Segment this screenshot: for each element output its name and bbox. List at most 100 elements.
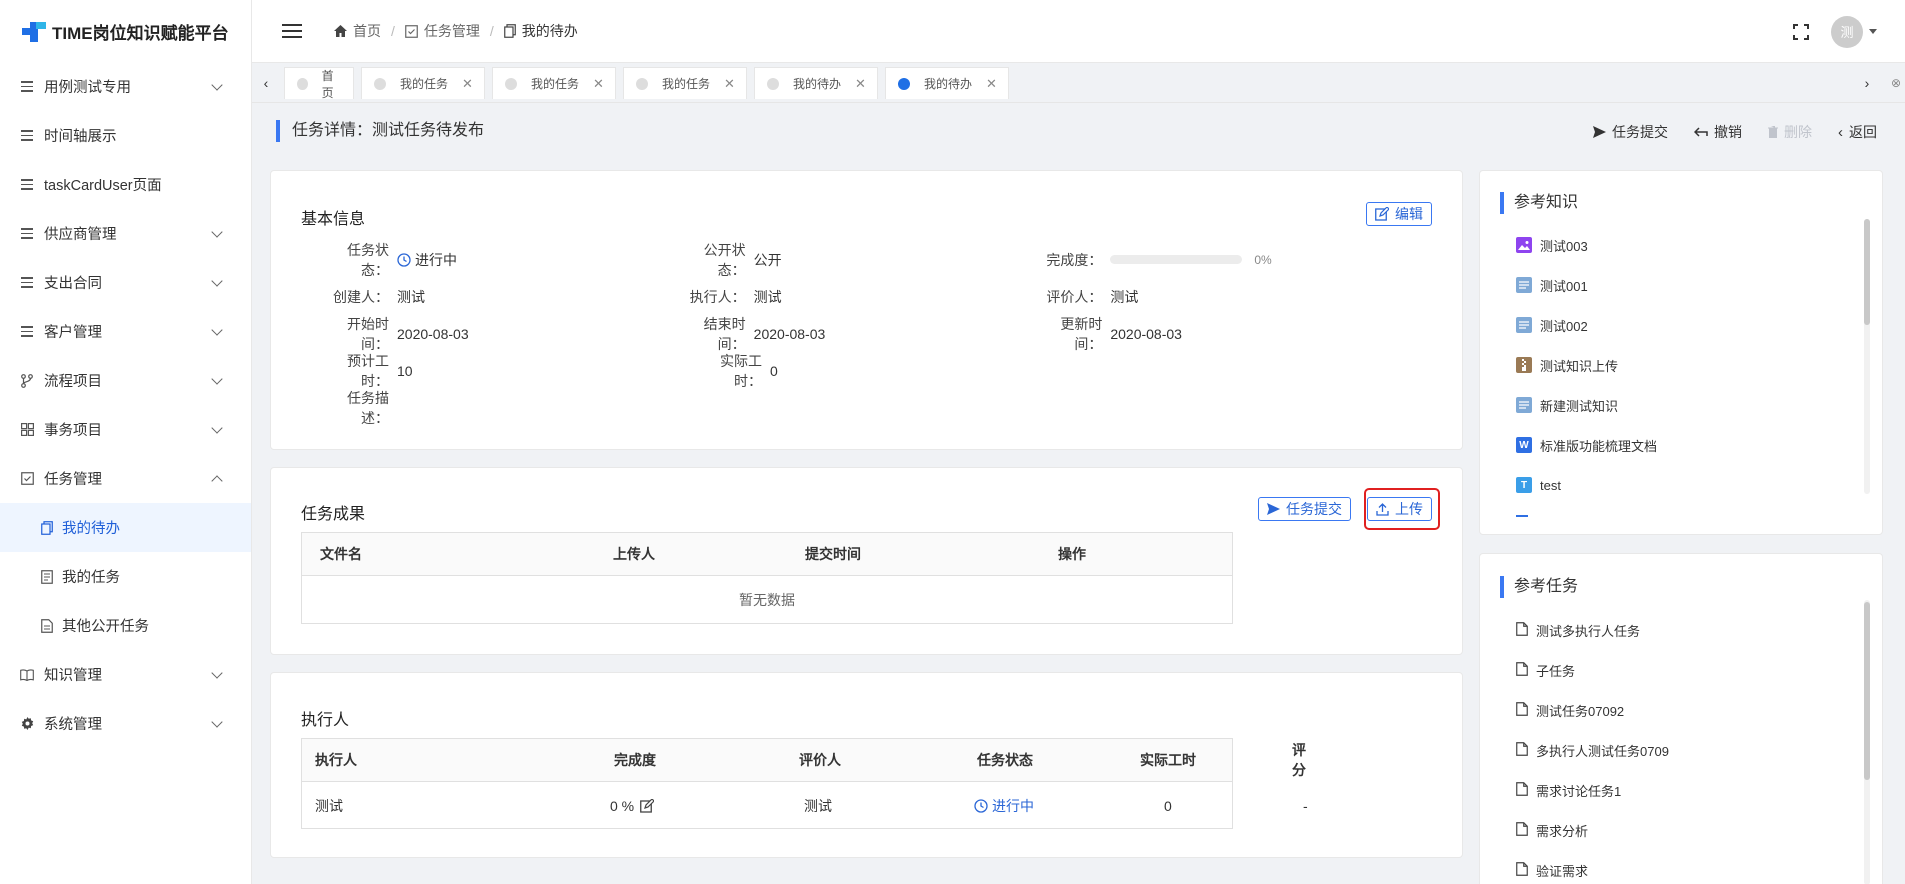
close-icon[interactable]: ✕ xyxy=(986,76,997,92)
close-icon[interactable]: ✕ xyxy=(593,76,604,92)
ref-knowledge-label: 新建测试知识 xyxy=(1540,398,1619,414)
sidebar-item-4[interactable]: 支出合同 xyxy=(0,258,251,307)
list-item[interactable]: 子任务 xyxy=(1516,650,1856,690)
list-item[interactable]: 测试多执行人任务 xyxy=(1516,610,1856,650)
breadcrumb-home[interactable]: 首页 xyxy=(334,21,381,41)
home-icon xyxy=(334,25,347,37)
sidebar-bottom-item-0[interactable]: 知识管理 xyxy=(0,650,251,699)
sidebar-item-1[interactable]: 时间轴展示 xyxy=(0,111,251,160)
sidebar-subitem-1[interactable]: 我的任务 xyxy=(0,552,251,601)
text-icon: T xyxy=(1516,477,1532,493)
tab-3[interactable]: 我的任务 ✕ xyxy=(623,67,747,99)
sidebar-item-label: 支出合同 xyxy=(44,276,102,292)
list-item[interactable]: Ttest xyxy=(1516,465,1856,505)
list-item[interactable]: 测试知识上传 xyxy=(1516,345,1856,385)
tab-label: 我的任务 xyxy=(531,77,580,91)
list-item[interactable]: 验证需求 xyxy=(1516,850,1856,884)
tab-status-dot xyxy=(898,77,910,90)
sidebar-subitem-2[interactable]: 其他公开任务 xyxy=(0,601,251,650)
actual-hours-label: 实际工时： xyxy=(720,352,762,389)
chevron-down-icon xyxy=(211,78,223,91)
checkbox-icon xyxy=(20,472,34,486)
file-icon xyxy=(1516,661,1528,679)
sidebar-item-0[interactable]: 用例测试专用 xyxy=(0,62,251,111)
sidebar-bottom-item-1[interactable]: 系统管理 xyxy=(0,699,251,748)
chevron-down-icon xyxy=(211,274,223,287)
list-doc-icon xyxy=(40,569,54,584)
back-button[interactable]: ‹ 返回 xyxy=(1838,122,1877,142)
app-logo[interactable]: TIME岗位知识赋能平台 xyxy=(0,0,251,62)
task-submit-button[interactable]: 任务提交 xyxy=(1593,122,1668,142)
ref-tasks-scrollbar[interactable] xyxy=(1864,602,1870,780)
tab-5[interactable]: 我的待办 ✕ xyxy=(885,67,1009,99)
progress-value: 0% xyxy=(1110,250,1272,270)
close-icon[interactable]: ✕ xyxy=(724,76,735,92)
ref-tasks-title: 参考任务 xyxy=(1500,576,1578,598)
list-item[interactable]: 测试任务07092 xyxy=(1516,690,1856,730)
sidebar-item-6[interactable]: 流程项目 xyxy=(0,356,251,405)
app-title: TIME岗位知识赋能平台 xyxy=(52,23,229,43)
doc-icon xyxy=(1516,317,1532,333)
page-actions: 任务提交 撤销 删除 ‹ 返回 xyxy=(1593,122,1877,142)
close-all-tabs-icon[interactable]: ⊗ xyxy=(1887,71,1905,95)
col-actual-hours: 实际工时 xyxy=(1140,752,1196,768)
menu-toggle-icon[interactable] xyxy=(282,24,302,38)
results-title: 任务成果 xyxy=(301,506,366,523)
tab-bar: ‹ 首页 我的任务 ✕ 我的任务 ✕ 我的任务 ✕ 我的待办 ✕ 我的待办 ✕ › ⊗ xyxy=(252,63,1905,103)
clock-icon xyxy=(974,798,988,813)
tab-scroll-right-icon[interactable]: › xyxy=(1859,71,1875,95)
list-item[interactable]: 多执行人测试任务0709 xyxy=(1516,730,1856,770)
chevron-down-icon xyxy=(211,372,223,385)
ref-task-label: 需求分析 xyxy=(1536,823,1589,839)
list-item[interactable]: 测试001 xyxy=(1516,265,1856,305)
close-icon[interactable]: ✕ xyxy=(462,76,473,92)
executor-value: 测试 xyxy=(753,288,782,305)
chevron-down-icon xyxy=(211,225,223,238)
breadcrumb-task-management[interactable]: 任务管理 xyxy=(405,21,480,41)
tab-0[interactable]: 首页 xyxy=(284,67,354,100)
tab-label: 我的待办 xyxy=(793,77,842,91)
page-title: 任务详情：测试任务待发布 xyxy=(276,120,484,142)
tab-2[interactable]: 我的任务 ✕ xyxy=(492,67,616,99)
status-label: 任务状态： xyxy=(347,241,389,278)
list-item[interactable]: 测试002 xyxy=(1516,305,1856,345)
list-item[interactable]: W 标准版功能梳理文档 xyxy=(1516,425,1856,465)
results-submit-button[interactable]: 任务提交 xyxy=(1258,497,1351,521)
sidebar-item-8[interactable]: 任务管理 xyxy=(0,454,251,503)
sidebar-item-5[interactable]: 客户管理 xyxy=(0,307,251,356)
list-item[interactable]: 新建测试知识 xyxy=(1516,385,1856,425)
delete-button[interactable]: 删除 xyxy=(1768,122,1812,142)
sidebar-subitem-0[interactable]: 我的待办 xyxy=(0,503,251,552)
user-menu[interactable]: 测 xyxy=(1831,15,1877,48)
branch-icon xyxy=(20,373,34,388)
tab-1[interactable]: 我的任务 ✕ xyxy=(361,67,485,99)
tab-scroll-left-icon[interactable]: ‹ xyxy=(258,71,274,95)
tab-label: 我的任务 xyxy=(662,77,711,91)
sidebar-item-3[interactable]: 供应商管理 xyxy=(0,209,251,258)
tab-status-dot xyxy=(297,77,308,90)
close-icon[interactable]: ✕ xyxy=(855,76,866,92)
col-task-status: 任务状态 xyxy=(977,752,1033,768)
col-submit-time: 提交时间 xyxy=(805,546,861,562)
ref-knowledge-label: test xyxy=(1540,477,1561,493)
edit-button[interactable]: 编辑 xyxy=(1366,202,1432,226)
ref-tasks-list: 测试多执行人任务 子任务 测试任务07092 多执行人测试任务0709 需求讨论任务1 需… xyxy=(1516,610,1856,884)
undo-icon xyxy=(1694,127,1708,137)
sidebar-item-label: 客户管理 xyxy=(44,325,102,341)
row-score: - xyxy=(1303,797,1308,814)
list-item[interactable]: 测试003 xyxy=(1516,225,1856,265)
image-icon xyxy=(1516,237,1532,253)
ref-knowledge-scrollbar[interactable] xyxy=(1864,219,1870,325)
sidebar-item-7[interactable]: 事务项目 xyxy=(0,405,251,454)
empty-text: 暂无数据 xyxy=(739,591,795,608)
tab-4[interactable]: 我的待办 ✕ xyxy=(754,67,878,99)
sidebar-item-2[interactable]: taskCardUser页面 xyxy=(0,160,251,209)
edit-icon[interactable] xyxy=(640,798,655,813)
update-time-label: 更新时间： xyxy=(1060,315,1103,352)
revoke-button[interactable]: 撤销 xyxy=(1694,122,1742,142)
list-item[interactable]: 需求分析 xyxy=(1516,810,1856,850)
list-item[interactable]: 需求讨论任务1 xyxy=(1516,770,1856,810)
executors-title: 执行人 xyxy=(301,712,350,729)
breadcrumb-current: 我的待办 xyxy=(503,21,578,41)
fullscreen-icon[interactable] xyxy=(1793,23,1809,40)
